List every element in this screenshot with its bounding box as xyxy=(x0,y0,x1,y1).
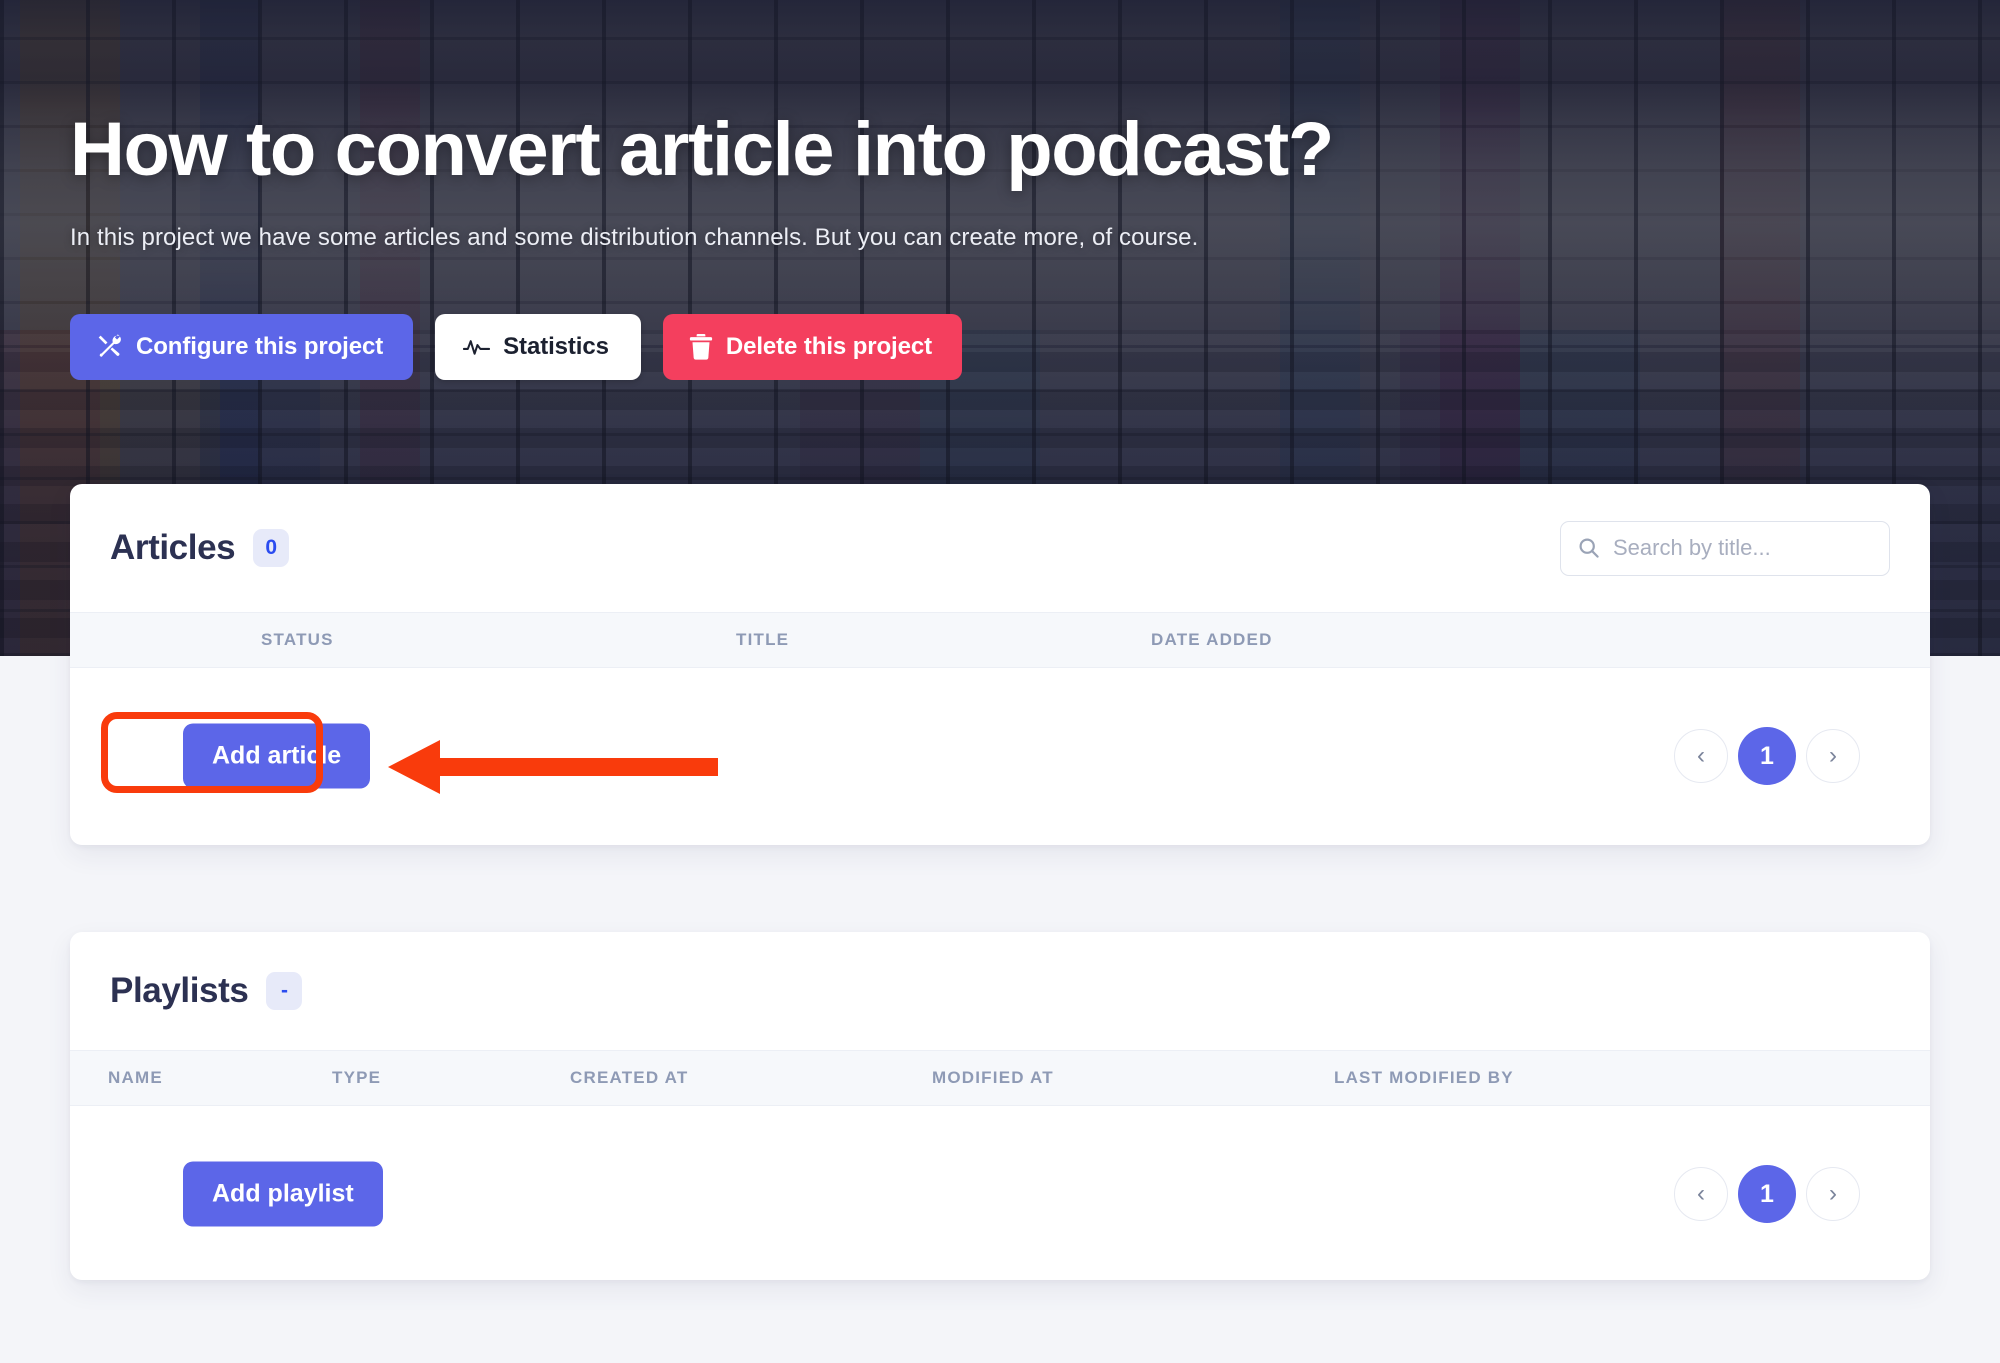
add-article-button[interactable]: Add article xyxy=(183,723,371,789)
column-header-type: TYPE xyxy=(332,1068,382,1087)
hero-content: How to convert article into podcast? In … xyxy=(70,0,1930,380)
playlists-title: Playlists xyxy=(110,971,249,1010)
column-header-title: TITLE xyxy=(736,630,790,649)
configure-project-button[interactable]: Configure this project xyxy=(70,313,414,380)
playlists-pagination-next-button[interactable]: › xyxy=(1806,1167,1860,1221)
articles-card-body: Add article ‹ 1 › xyxy=(70,668,1930,844)
statistics-button[interactable]: Statistics xyxy=(435,313,641,380)
articles-count-badge: 0 xyxy=(253,529,290,567)
pagination-prev-button[interactable]: ‹ xyxy=(1674,729,1728,783)
pagination-next-button[interactable]: › xyxy=(1806,729,1860,783)
playlists-pagination: ‹ 1 › xyxy=(1674,1165,1860,1223)
statistics-label: Statistics xyxy=(503,332,609,360)
tools-icon xyxy=(96,333,123,360)
configure-project-label: Configure this project xyxy=(136,332,384,360)
articles-card-header: Articles 0 xyxy=(70,484,1930,612)
pagination-page-1-button[interactable]: 1 xyxy=(1738,727,1796,785)
playlists-pagination-prev-button[interactable]: ‹ xyxy=(1674,1167,1728,1221)
search-input[interactable] xyxy=(1560,520,1890,576)
playlists-card-body: Add playlist ‹ 1 › xyxy=(70,1106,1930,1280)
page-title: How to convert article into podcast? xyxy=(70,107,1334,192)
articles-pagination: ‹ 1 › xyxy=(1674,727,1860,785)
articles-card: Articles 0 STATUS TITLE DATE ADDED Add a… xyxy=(70,484,1930,845)
articles-search xyxy=(1560,520,1890,576)
delete-project-button[interactable]: Delete this project xyxy=(662,313,963,380)
playlists-table-header: NAME TYPE CREATED AT MODIFIED AT LAST MO… xyxy=(70,1050,1930,1106)
hero-action-bar: Configure this project Statistics Delete… xyxy=(70,313,1930,380)
column-header-date-added: DATE ADDED xyxy=(1151,630,1273,649)
articles-table-header: STATUS TITLE DATE ADDED xyxy=(70,612,1930,668)
column-header-modified-at: MODIFIED AT xyxy=(932,1068,1054,1087)
trash-icon xyxy=(689,333,713,360)
delete-project-label: Delete this project xyxy=(725,332,933,360)
playlists-pagination-page-1-button[interactable]: 1 xyxy=(1738,1165,1796,1223)
add-playlist-button[interactable]: Add playlist xyxy=(183,1161,383,1227)
column-header-last-modified-by: LAST MODIFIED BY xyxy=(1334,1068,1514,1087)
column-header-created-at: CREATED AT xyxy=(570,1068,689,1087)
playlists-count-badge: - xyxy=(266,972,303,1010)
page-subtitle: In this project we have some articles an… xyxy=(70,223,1199,251)
activity-pulse-icon xyxy=(463,336,491,358)
articles-title: Articles xyxy=(110,528,236,567)
playlists-card-header: Playlists - xyxy=(70,932,1930,1050)
column-header-status: STATUS xyxy=(261,630,334,649)
playlists-card: Playlists - NAME TYPE CREATED AT MODIFIE… xyxy=(70,932,1930,1280)
column-header-name: NAME xyxy=(108,1068,163,1087)
